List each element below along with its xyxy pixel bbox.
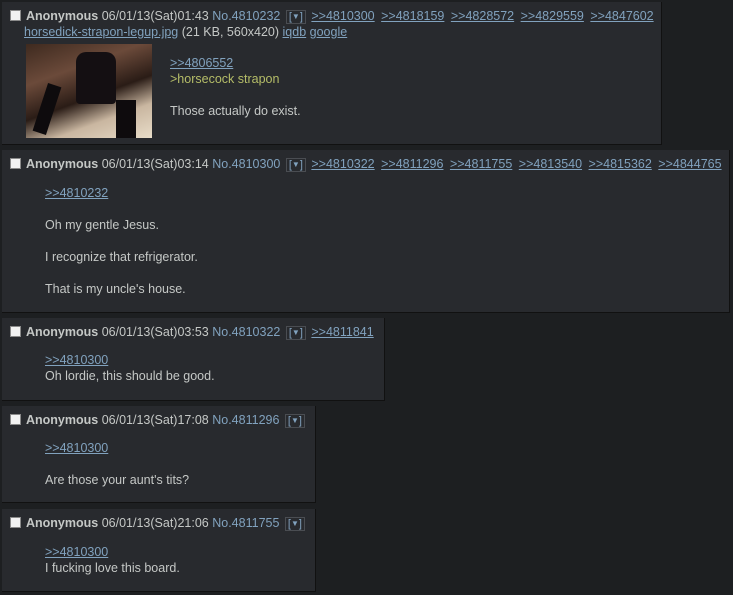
backlink[interactable]: >>4810322	[311, 157, 374, 171]
post-4811755: Anonymous 06/01/13(Sat)21:06 No.4811755 …	[2, 509, 316, 592]
post-select-checkbox[interactable]	[10, 326, 21, 337]
backlink[interactable]: >>4813540	[519, 157, 582, 171]
quote-link[interactable]: >>4810300	[45, 545, 108, 559]
post-date: 06/01/13(Sat)17:08	[101, 413, 209, 427]
post-text: Oh lordie, this should be good.	[45, 369, 215, 383]
backlink[interactable]: >>4847602	[590, 9, 653, 23]
post-select-checkbox[interactable]	[10, 158, 21, 169]
quote-link[interactable]: >>4810300	[45, 441, 108, 455]
post-menu-button[interactable]: [▼]	[284, 414, 305, 428]
post-text: I recognize that refrigerator.	[45, 250, 198, 264]
post-number[interactable]: No.4810300	[212, 157, 280, 171]
post-date: 06/01/13(Sat)01:43	[101, 9, 209, 23]
post-menu-button[interactable]: [▼]	[285, 10, 306, 24]
post-4810300: Anonymous 06/01/13(Sat)03:14 No.4810300 …	[2, 150, 730, 313]
quote-link[interactable]: >>4806552	[170, 56, 233, 70]
post-4810232: Anonymous 06/01/13(Sat)01:43 No.4810232 …	[2, 2, 662, 145]
post-body: >>4806552 >horsecock strapon Those actua…	[170, 55, 301, 119]
backlink[interactable]: >>4810300	[311, 9, 374, 23]
post-4810322: Anonymous 06/01/13(Sat)03:53 No.4810322 …	[2, 318, 385, 401]
quote-link[interactable]: >>4810300	[45, 353, 108, 367]
file-info: horsedick-strapon-legup.jpg (21 KB, 560x…	[24, 25, 347, 39]
google-link[interactable]: google	[310, 25, 348, 39]
post-date: 06/01/13(Sat)21:06	[101, 516, 209, 530]
post-header: Anonymous 06/01/13(Sat)01:43 No.4810232 …	[10, 8, 654, 24]
post-date: 06/01/13(Sat)03:53	[101, 325, 209, 339]
greentext: >horsecock strapon	[170, 72, 280, 86]
backlink[interactable]: >>4818159	[381, 9, 444, 23]
post-menu-button[interactable]: [▼]	[285, 158, 306, 172]
chevron-down-icon: ▼	[291, 328, 300, 337]
post-thumbnail[interactable]	[26, 44, 152, 138]
post-select-checkbox[interactable]	[10, 414, 21, 425]
poster-name: Anonymous	[26, 413, 99, 427]
post-select-checkbox[interactable]	[10, 10, 21, 21]
post-text: I fucking love this board.	[45, 561, 180, 575]
post-date: 06/01/13(Sat)03:14	[101, 157, 209, 171]
poster-name: Anonymous	[26, 9, 99, 23]
post-number[interactable]: No.4810322	[212, 325, 280, 339]
chevron-down-icon: ▼	[290, 416, 299, 425]
backlink[interactable]: >>4811755	[450, 157, 512, 171]
file-meta: (21 KB, 560x420)	[181, 25, 280, 39]
chevron-down-icon: ▼	[291, 12, 300, 21]
post-number[interactable]: No.4811755	[212, 516, 279, 530]
post-header: Anonymous 06/01/13(Sat)03:53 No.4810322 …	[10, 324, 374, 340]
post-text: Oh my gentle Jesus.	[45, 218, 159, 232]
post-4811296: Anonymous 06/01/13(Sat)17:08 No.4811296 …	[2, 406, 316, 503]
post-menu-button[interactable]: [▼]	[285, 326, 306, 340]
backlink[interactable]: >>4829559	[521, 9, 584, 23]
backlink[interactable]: >>4815362	[589, 157, 652, 171]
post-select-checkbox[interactable]	[10, 517, 21, 528]
post-header: Anonymous 06/01/13(Sat)03:14 No.4810300 …	[10, 156, 722, 172]
post-body: >>4810232 Oh my gentle Jesus. I recogniz…	[45, 185, 198, 297]
post-body: >>4810300 Are those your aunt's tits?	[45, 440, 189, 488]
backlink[interactable]: >>4844765	[658, 157, 721, 171]
post-number[interactable]: No.4811296	[212, 413, 279, 427]
quote-link[interactable]: >>4810232	[45, 186, 108, 200]
backlink[interactable]: >>4828572	[451, 9, 514, 23]
poster-name: Anonymous	[26, 325, 99, 339]
chevron-down-icon: ▼	[290, 519, 299, 528]
post-body: >>4810300 Oh lordie, this should be good…	[45, 352, 215, 384]
post-header: Anonymous 06/01/13(Sat)17:08 No.4811296 …	[10, 412, 307, 428]
post-number[interactable]: No.4810232	[212, 9, 280, 23]
post-text: Are those your aunt's tits?	[45, 473, 190, 487]
backlink[interactable]: >>4811841	[311, 325, 373, 339]
post-text: Those actually do exist.	[170, 104, 301, 118]
iqdb-link[interactable]: iqdb	[283, 25, 307, 39]
post-header: Anonymous 06/01/13(Sat)21:06 No.4811755 …	[10, 515, 307, 531]
poster-name: Anonymous	[26, 516, 99, 530]
post-body: >>4810300 I fucking love this board.	[45, 544, 180, 576]
file-name-link[interactable]: horsedick-strapon-legup.jpg	[24, 25, 178, 39]
poster-name: Anonymous	[26, 157, 99, 171]
post-text: That is my uncle's house.	[45, 282, 186, 296]
chevron-down-icon: ▼	[291, 160, 300, 169]
backlink[interactable]: >>4811296	[381, 157, 443, 171]
post-menu-button[interactable]: [▼]	[284, 517, 305, 531]
